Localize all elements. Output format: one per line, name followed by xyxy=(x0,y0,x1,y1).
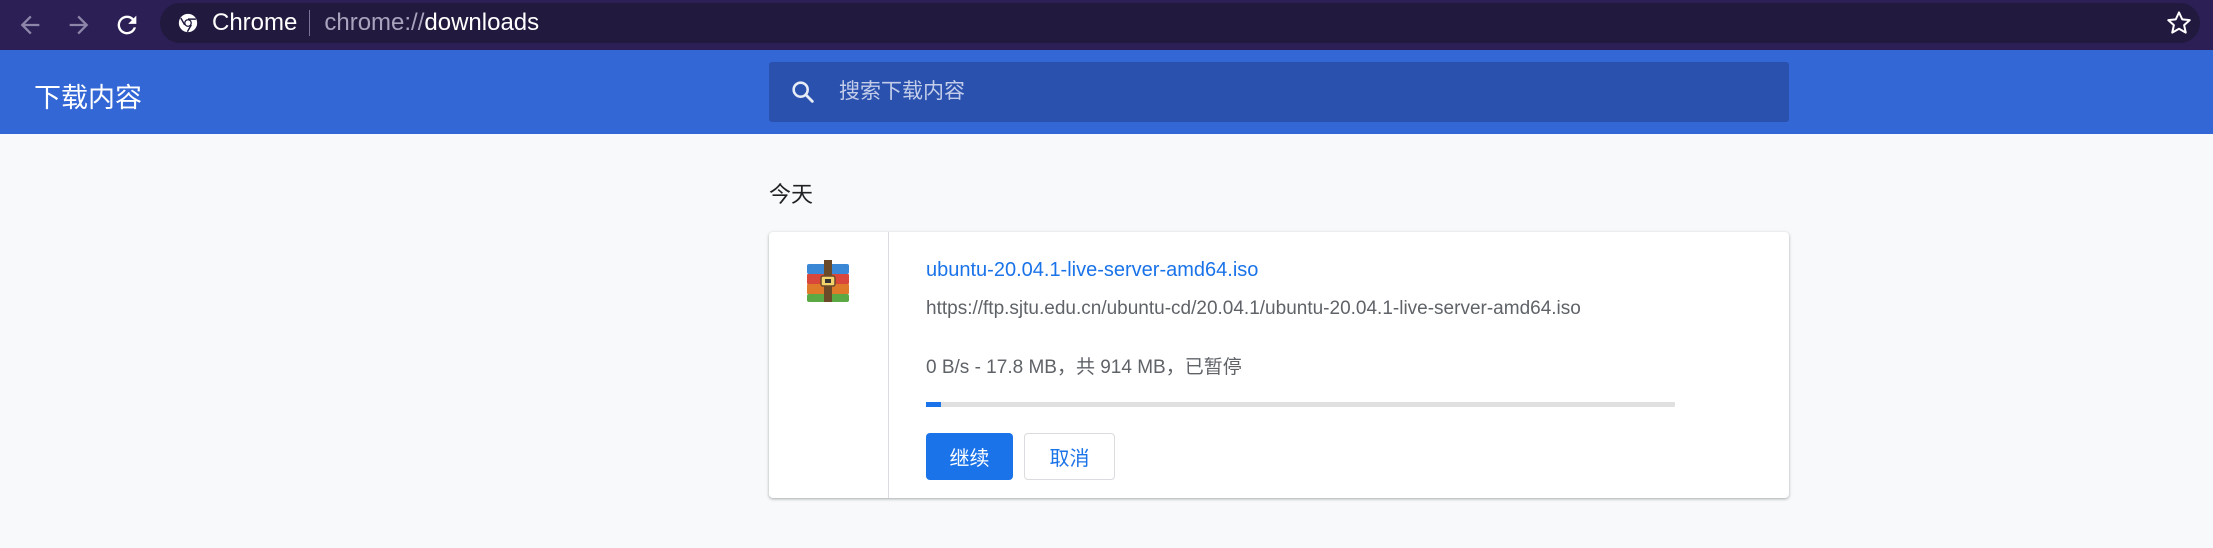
url-text: chrome://downloads xyxy=(324,9,539,37)
url-scheme: chrome:// xyxy=(324,9,425,36)
resume-button[interactable]: 继续 xyxy=(926,433,1013,480)
chrome-logo-icon xyxy=(176,11,200,35)
site-name: Chrome xyxy=(212,9,298,36)
star-icon[interactable] xyxy=(2164,8,2194,38)
winrar-archive-icon xyxy=(807,260,849,302)
back-button[interactable] xyxy=(7,2,53,48)
search-icon xyxy=(792,81,814,103)
progress-fill xyxy=(926,402,941,407)
back-arrow-icon xyxy=(20,15,40,35)
search-box[interactable] xyxy=(769,62,1789,122)
browser-toolbar: Chrome chrome://downloads xyxy=(0,0,2213,50)
search-input[interactable] xyxy=(839,72,1739,112)
source-url[interactable]: https://ftp.sjtu.edu.cn/ubuntu-cd/20.04.… xyxy=(926,298,1581,320)
reload-button[interactable] xyxy=(104,2,150,48)
download-status: 0 B/s - 17.8 MB，共 914 MB，已暂停 xyxy=(926,357,1242,378)
download-item-card: ubuntu-20.04.1-live-server-amd64.iso htt… xyxy=(769,232,1789,498)
file-name-link[interactable]: ubuntu-20.04.1-live-server-amd64.iso xyxy=(926,259,1258,282)
url-host: downloads xyxy=(424,9,540,36)
reload-icon xyxy=(117,15,137,35)
cancel-button[interactable]: 取消 xyxy=(1024,433,1115,480)
url-separator xyxy=(309,10,311,36)
progress-bar xyxy=(926,402,1675,407)
page-title: 下载内容 xyxy=(34,83,142,113)
forward-button[interactable] xyxy=(56,2,102,48)
date-heading: 今天 xyxy=(769,182,814,207)
address-bar[interactable]: Chrome chrome://downloads xyxy=(160,3,2200,43)
downloads-header: 下载内容 xyxy=(0,50,2213,134)
forward-arrow-icon xyxy=(69,15,89,35)
file-icon-panel xyxy=(769,232,889,498)
